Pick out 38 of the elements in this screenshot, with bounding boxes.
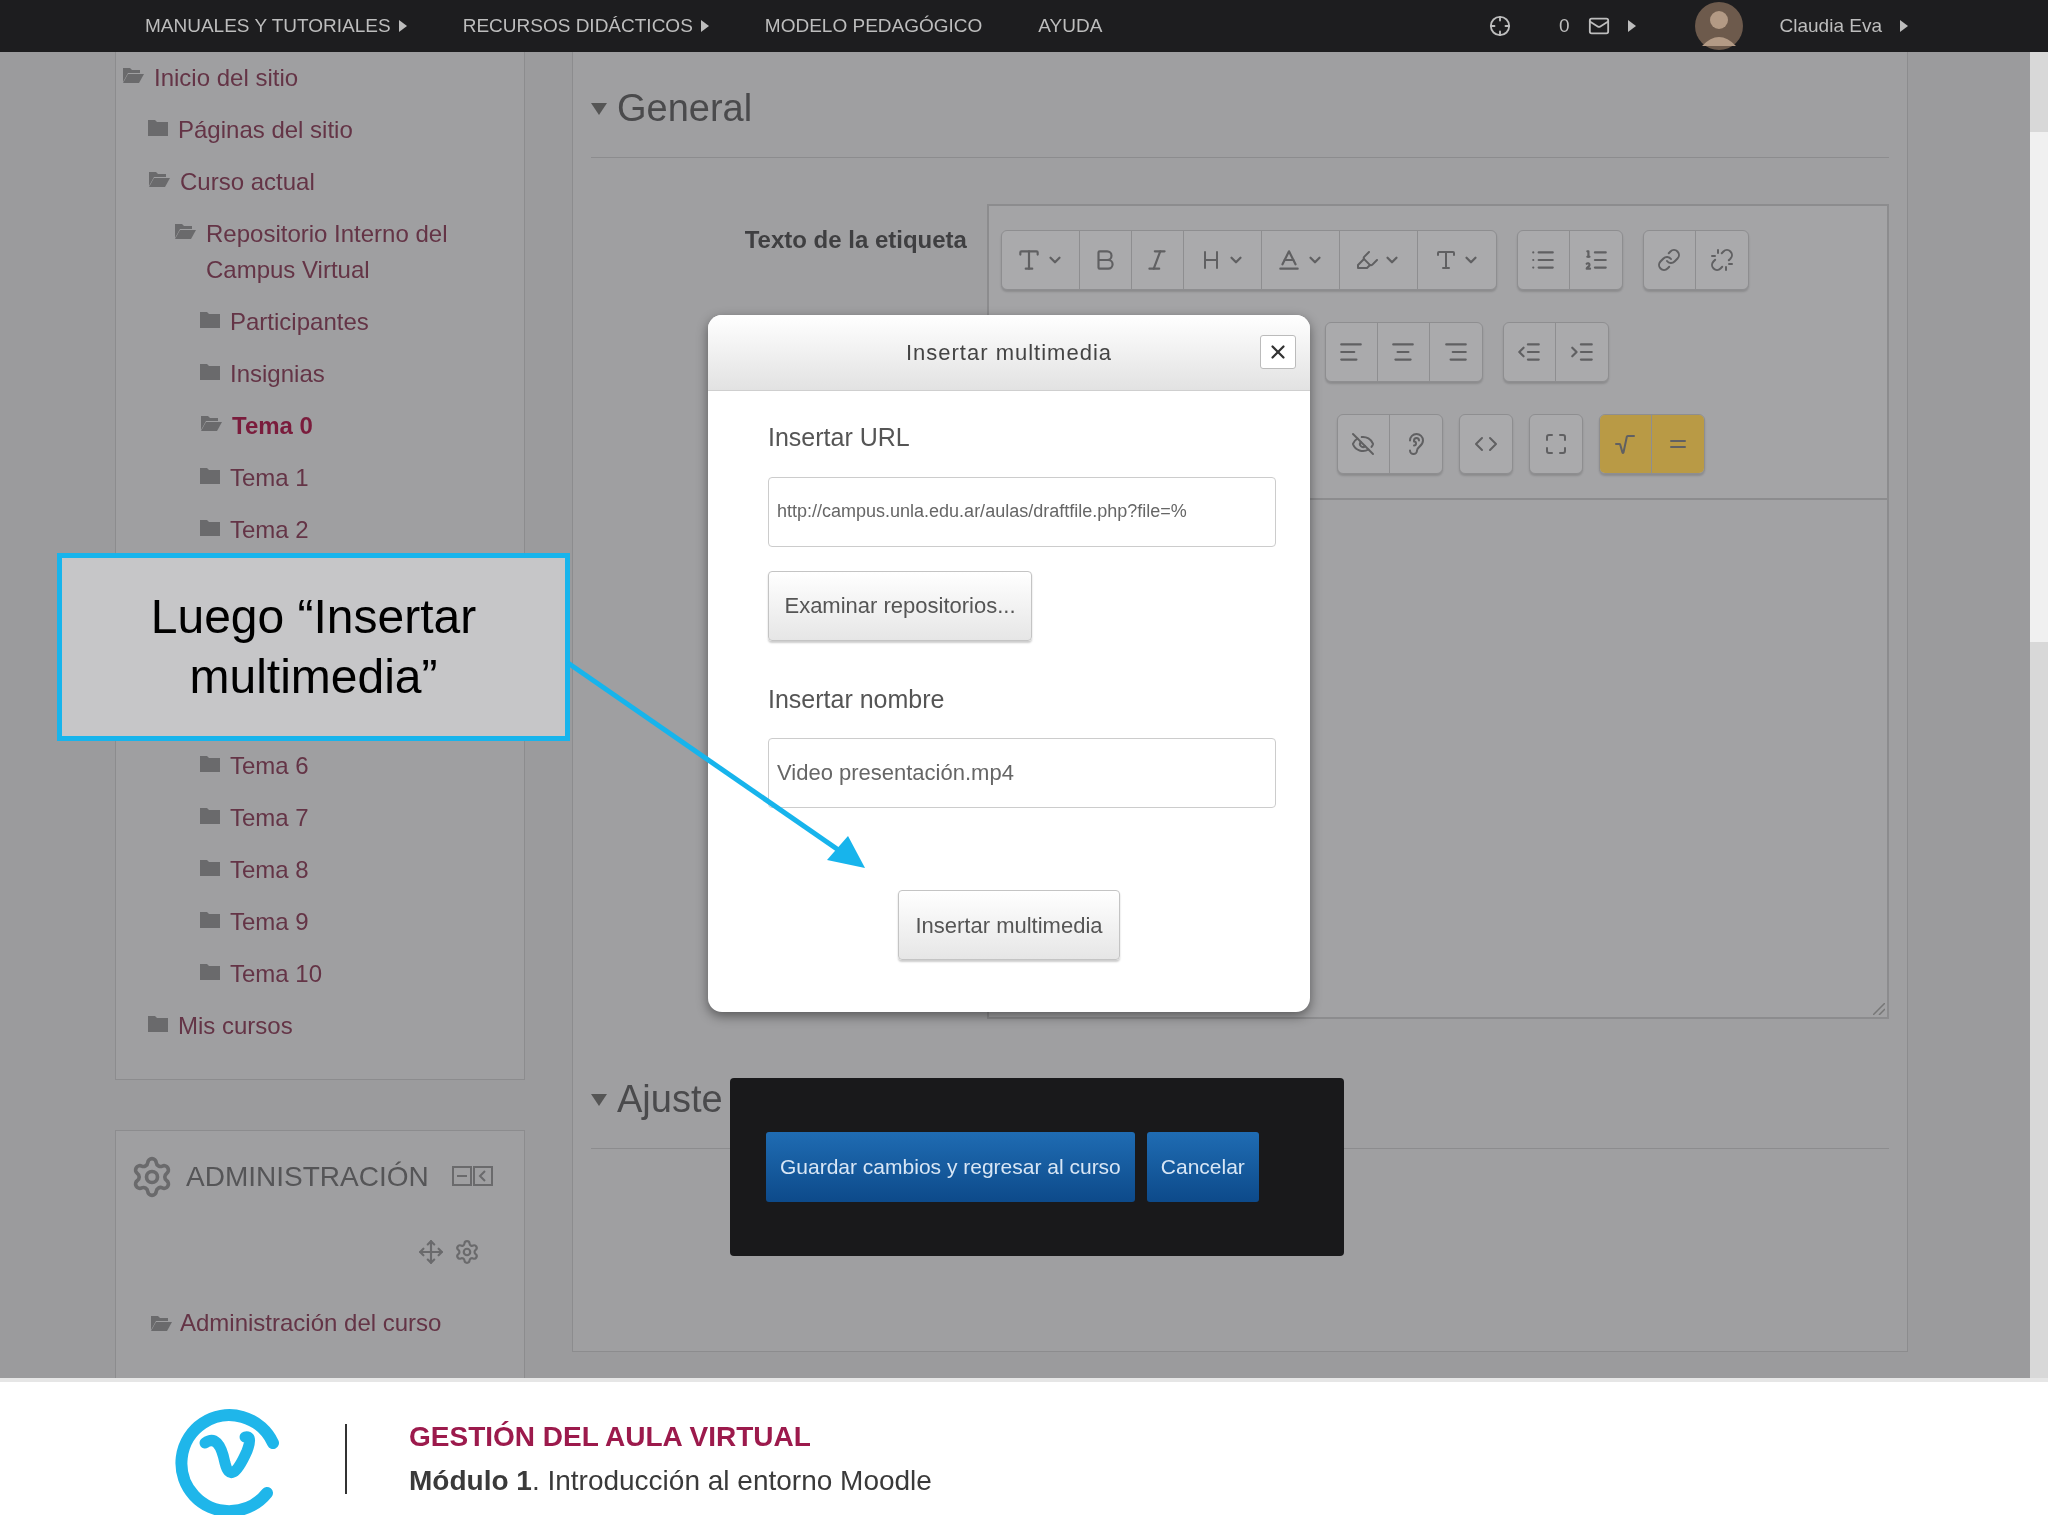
browse-button[interactable]: Examinar repositorios... <box>768 570 1032 641</box>
course-title: GESTIÓN DEL AULA VIRTUAL <box>409 1420 812 1454</box>
tree-item[interactable]: Curso actual <box>180 164 315 200</box>
user-name[interactable]: Claudia Eva <box>1779 11 1882 41</box>
tree-item[interactable]: Tema 10 <box>230 956 323 992</box>
cancel-button[interactable]: Cancelar <box>1146 1132 1259 1202</box>
nav-link[interactable]: AYUDA <box>1038 11 1103 41</box>
field-label: Insertar URL <box>768 422 911 453</box>
field-label: Insertar nombre <box>768 683 946 715</box>
nav-link[interactable]: MANUALES Y TUTORIALES <box>145 11 391 41</box>
name-field[interactable]: Video presentación.mp4 <box>768 738 1276 808</box>
section-title[interactable]: Ajuste <box>617 1071 723 1128</box>
url-field[interactable]: http://campus.unla.edu.ar/aulas/draftfile.php?file=% <box>768 476 1276 547</box>
tree-item[interactable]: Mis cursos <box>178 1008 293 1044</box>
nav-link[interactable]: RECURSOS DIDÁCTICOS <box>462 11 693 41</box>
panel-title: ADMINISTRACIÓN <box>186 1160 429 1194</box>
tree-item[interactable]: Tema 1 <box>230 460 309 496</box>
insert-button[interactable]: Insertar multimedia <box>898 890 1120 960</box>
message-count[interactable]: 0 <box>1558 11 1570 41</box>
tree-item[interactable]: Inicio del sitio <box>154 60 299 96</box>
field-label: Texto de la etiqueta <box>744 225 967 255</box>
dialog-title: Insertar multimedia <box>905 339 1113 367</box>
tree-item[interactable]: Insignias <box>230 356 325 392</box>
module-subtitle: Módulo 1. Introducción al entorno Moodle <box>409 1464 932 1498</box>
tree-item[interactable]: Tema 6 <box>230 748 309 784</box>
save-button[interactable]: Guardar cambios y regresar al curso <box>766 1132 1135 1202</box>
tree-item[interactable]: Participantes <box>230 304 369 340</box>
tree-item[interactable]: Tema 7 <box>230 800 309 836</box>
nav-link[interactable]: MODELO PEDAGÓGICO <box>764 11 983 41</box>
tree-item[interactable]: Tema 0 <box>232 408 313 444</box>
tree-item[interactable]: Tema 9 <box>230 904 309 940</box>
tree-item[interactable]: Tema 2 <box>230 512 309 548</box>
tree-item[interactable]: Administración del curso <box>180 1305 442 1341</box>
tree-item[interactable]: Repositorio Interno del Campus Virtual <box>206 216 524 288</box>
tree-item[interactable]: Tema 8 <box>230 852 309 888</box>
tree-item[interactable]: Páginas del sitio <box>178 112 353 148</box>
section-title[interactable]: General <box>617 80 753 137</box>
callout-text: Luego “Insertar multimedia” <box>149 589 478 705</box>
